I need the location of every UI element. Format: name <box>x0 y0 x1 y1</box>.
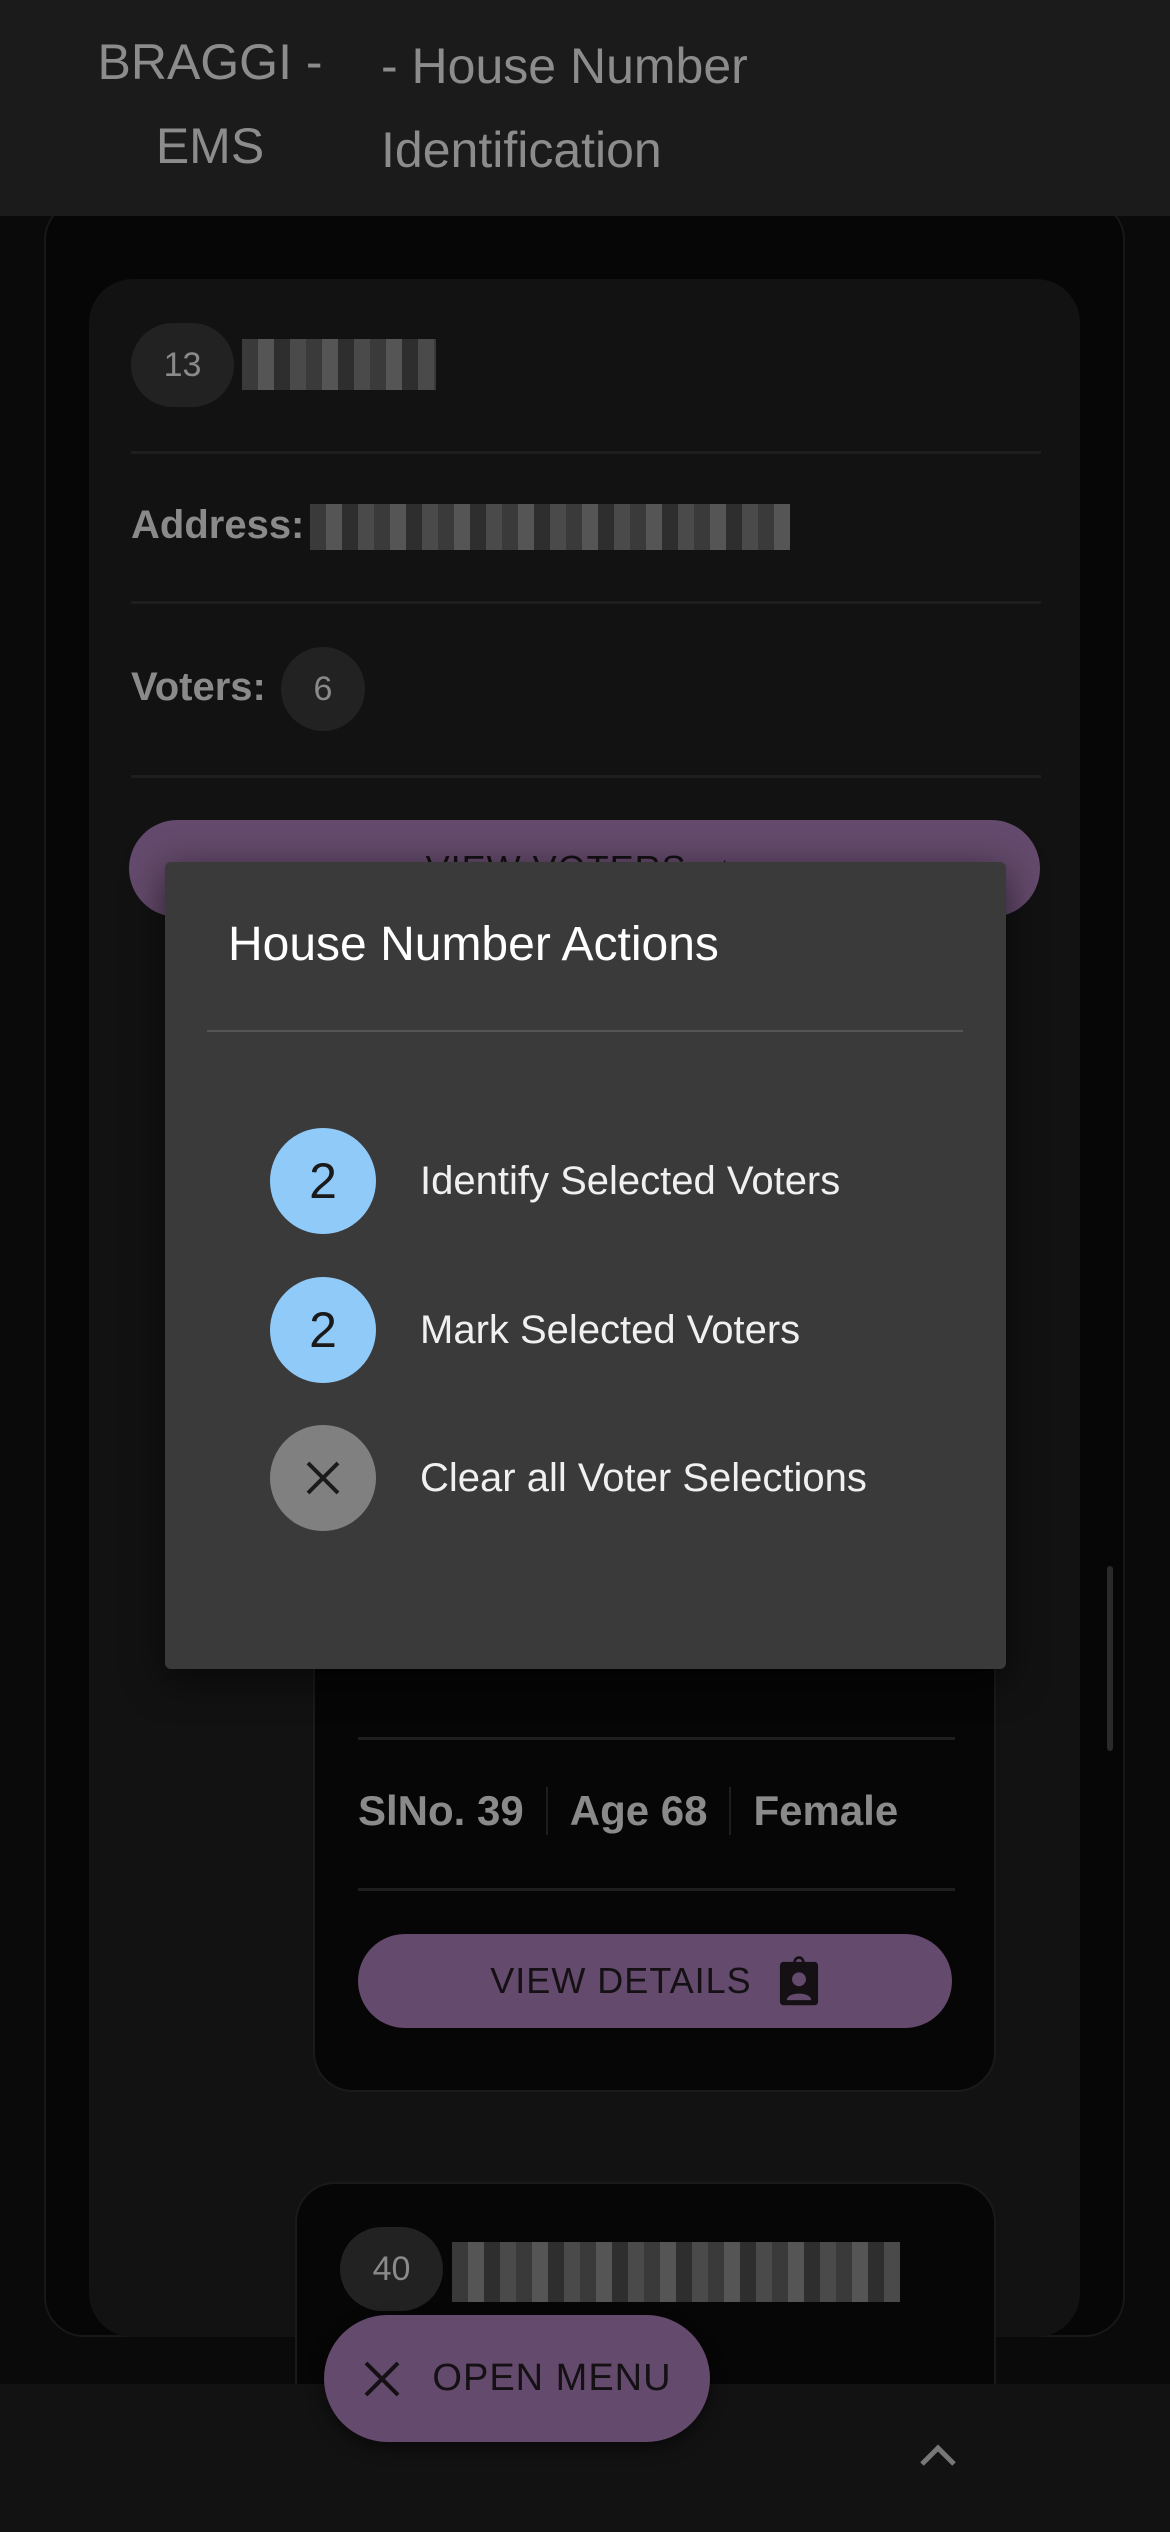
house-name-redacted <box>242 339 436 390</box>
app-header: BRAGGI - EMS - House Number Identificati… <box>0 0 1170 216</box>
scrollbar[interactable] <box>1107 1566 1113 1751</box>
open-menu-fab[interactable]: OPEN MENU <box>324 2315 710 2442</box>
app-title-line1: BRAGGI - <box>97 34 323 90</box>
voters-count-chip: 6 <box>281 647 365 731</box>
page-title-line2: Identification <box>381 122 662 178</box>
identify-selected-voters-item[interactable]: 2 Identify Selected Voters <box>270 1128 840 1234</box>
chevron-up-icon[interactable] <box>918 2442 958 2468</box>
address-redacted <box>310 504 790 550</box>
app-title: BRAGGI - EMS <box>90 20 330 188</box>
contact-badge-icon <box>779 1956 818 2006</box>
divider <box>358 1888 955 1891</box>
view-details-label: VIEW DETAILS <box>490 1960 752 2001</box>
item-label: Mark Selected Voters <box>420 1307 801 1352</box>
voters-label: Voters: <box>131 665 266 709</box>
clear-badge <box>270 1425 376 1531</box>
serial-number: SlNo. 39 <box>358 1787 548 1835</box>
divider <box>131 451 1041 454</box>
count-badge: 2 <box>270 1277 376 1383</box>
close-icon <box>365 2361 400 2396</box>
mark-selected-voters-item[interactable]: 2 Mark Selected Voters <box>270 1277 800 1383</box>
voter-name-redacted <box>452 2242 900 2302</box>
voter-info-row: SlNo. 39 Age 68 Female <box>358 1787 898 1835</box>
clear-voter-selections-item[interactable]: Clear all Voter Selections <box>270 1425 867 1531</box>
house-number-actions-dialog: House Number Actions 2 Identify Selected… <box>165 862 1006 1669</box>
app-title-line2: EMS <box>155 118 265 174</box>
item-label: Clear all Voter Selections <box>420 1455 867 1500</box>
divider <box>131 601 1041 604</box>
page-title-line1: - House Number <box>381 38 748 94</box>
serial-chip: 40 <box>340 2227 443 2311</box>
open-menu-label: OPEN MENU <box>432 2357 672 2399</box>
dialog-title: House Number Actions <box>228 918 719 971</box>
page-title: - House Number Identification <box>381 24 748 192</box>
divider <box>358 1737 955 1740</box>
voter-gender: Female <box>753 1787 899 1834</box>
item-label: Identify Selected Voters <box>420 1158 841 1203</box>
divider <box>207 1030 963 1032</box>
divider <box>131 775 1041 778</box>
view-details-button[interactable]: VIEW DETAILS <box>358 1934 952 2028</box>
house-number-chip: 13 <box>131 323 234 407</box>
count-badge: 2 <box>270 1128 376 1234</box>
address-label: Address: <box>131 503 305 547</box>
voter-age: Age 68 <box>548 1787 732 1835</box>
close-icon <box>306 1461 340 1495</box>
